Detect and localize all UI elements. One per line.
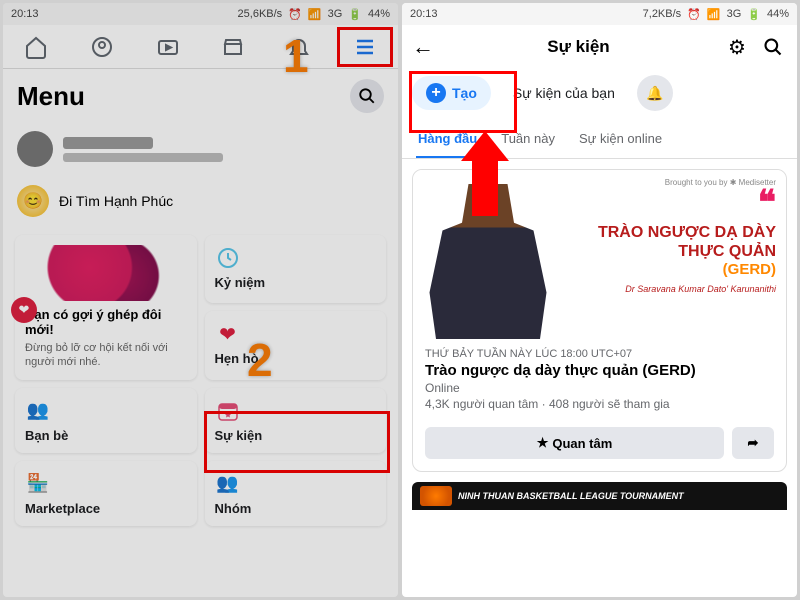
event-location: Online (425, 381, 774, 395)
events-header: ← Sự kiện ⚙ (402, 25, 797, 69)
back-icon[interactable]: ← (412, 34, 434, 60)
annotation-1: 1 (283, 29, 309, 83)
tab-online[interactable]: Sự kiện online (577, 125, 664, 158)
phone-left-menu: 20:13 25,6KB/s ⏰ 📶 3G 🔋 44% Menu 😊 Đi Tì… (3, 3, 398, 597)
event-body: THỨ BẢY TUẦN NÀY LÚC 18:00 UTC+07 Trào n… (413, 340, 786, 419)
event-time: THỨ BẢY TUẦN NÀY LÚC 18:00 UTC+07 (425, 348, 774, 360)
memories-label: Kỷ niệm (215, 275, 377, 290)
status-batt: 44% (767, 8, 789, 20)
groups-label: Nhóm (215, 501, 377, 516)
notifications-button[interactable]: 🔔 (637, 75, 673, 111)
search-button[interactable] (350, 79, 384, 113)
next-event-banner[interactable]: NINH THUAN BASKETBALL LEAGUE TOURNAMENT (412, 482, 787, 510)
profile-row[interactable] (3, 123, 398, 175)
menu-icon[interactable] (352, 34, 378, 60)
event-name: Trào ngược dạ dày thực quản (GERD) (425, 362, 774, 379)
top-nav (3, 25, 398, 69)
battery-icon: 🔋 (348, 8, 362, 21)
shop-icon: 🏪 (25, 471, 51, 497)
menu-header: Menu (3, 69, 398, 123)
star-icon: ★ (537, 435, 549, 451)
friends-icon: 👥 (25, 398, 51, 424)
banner-sub: (GERD) (559, 261, 776, 278)
menu-grid: ❤ Bạn có gợi ý ghép đôi mới! Đừng bỏ lỡ … (3, 227, 398, 534)
clock-icon (215, 245, 241, 271)
heart-badge-icon: ❤ (11, 297, 37, 323)
interested-label: Quan tâm (552, 436, 612, 451)
chip-row: + Tạo Sự kiện của bạn 🔔 (402, 69, 797, 117)
plus-icon: + (426, 83, 446, 103)
marketplace-card[interactable]: 🏪 Marketplace (15, 461, 197, 526)
marketplace-icon[interactable] (220, 34, 246, 60)
dating-promo-card[interactable]: ❤ Bạn có gợi ý ghép đôi mới! Đừng bỏ lỡ … (15, 235, 197, 380)
heart-icon: ❤ (215, 321, 241, 347)
suggestion-label: Đi Tìm Hạnh Phúc (59, 193, 173, 209)
marketplace-label: Marketplace (25, 501, 187, 516)
status-time: 20:13 (11, 8, 39, 20)
doctor-name: Dr Saravana Kumar Dato' Karunanithi (559, 284, 776, 294)
league-logo (420, 486, 452, 506)
settings-icon[interactable]: ⚙ (723, 33, 751, 61)
avatar (17, 131, 53, 167)
search-icon[interactable] (759, 33, 787, 61)
battery-icon: 🔋 (747, 8, 761, 21)
profile-meta (63, 153, 223, 162)
dating-label: Hẹn hò (215, 351, 377, 366)
dating-desc: Đừng bỏ lỡ cơ hội kết nối với người mới … (25, 341, 187, 370)
hearts-image (25, 245, 187, 301)
event-banner: Brought to you by ✱ Medisetter ❝ TRÀO NG… (413, 170, 786, 340)
alarm-icon: ⏰ (687, 8, 701, 21)
signal-icon: 📶 (308, 8, 322, 21)
phone-right-events: 20:13 7,2KB/s ⏰ 📶 3G 🔋 44% ← Sự kiện ⚙ +… (402, 3, 797, 597)
suggestion-row[interactable]: 😊 Đi Tìm Hạnh Phúc (3, 175, 398, 227)
groups-card[interactable]: 👥 Nhóm (205, 461, 387, 526)
event-actions: ★Quan tâm ➦ (413, 419, 786, 471)
status-net: 3G (328, 8, 343, 20)
friends-card[interactable]: 👥 Bạn bè (15, 388, 197, 453)
share-button[interactable]: ➦ (732, 427, 774, 459)
arrow-annotation (472, 131, 509, 216)
interested-button[interactable]: ★Quan tâm (425, 427, 724, 459)
suggestion-avatar: 😊 (17, 185, 49, 217)
dating-title: Bạn có gợi ý ghép đôi mới! (25, 307, 187, 337)
league-title: NINH THUAN BASKETBALL LEAGUE TOURNAMENT (458, 491, 684, 501)
status-speed: 7,2KB/s (643, 8, 682, 20)
event-card[interactable]: Brought to you by ✱ Medisetter ❝ TRÀO NG… (412, 169, 787, 472)
events-label: Sự kiện (215, 428, 377, 443)
status-batt: 44% (368, 8, 390, 20)
status-net: 3G (727, 8, 742, 20)
status-time: 20:13 (410, 8, 438, 20)
alarm-icon: ⏰ (288, 8, 302, 21)
watch-icon[interactable] (155, 34, 181, 60)
event-stats: 4,3K người quan tâm · 408 người sẽ tham … (425, 397, 774, 411)
your-events-button[interactable]: Sự kiện của bạn (499, 78, 629, 108)
signal-icon: 📶 (707, 8, 721, 21)
page-title: Sự kiện (442, 37, 715, 57)
quote-icon: ❝ (559, 183, 776, 223)
home-icon[interactable] (23, 34, 49, 60)
status-speed: 25,6KB/s (238, 8, 283, 20)
calendar-icon (215, 398, 241, 424)
groups-icon[interactable] (89, 34, 115, 60)
annotation-2: 2 (247, 333, 273, 387)
statusbar: 20:13 25,6KB/s ⏰ 📶 3G 🔋 44% (3, 3, 398, 25)
profile-name (63, 137, 153, 149)
dating-card[interactable]: ❤ Hẹn hò (205, 311, 387, 379)
friends-label: Bạn bè (25, 428, 187, 443)
memories-card[interactable]: Kỷ niệm (205, 235, 387, 303)
create-button[interactable]: + Tạo (412, 76, 491, 110)
create-label: Tạo (452, 85, 477, 101)
events-card[interactable]: Sự kiện (205, 388, 387, 453)
group-icon: 👥 (215, 471, 241, 497)
menu-title: Menu (17, 81, 85, 112)
statusbar: 20:13 7,2KB/s ⏰ 📶 3G 🔋 44% (402, 3, 797, 25)
banner-title: TRÀO NGƯỢC DẠ DÀY THỰC QUẢN (559, 223, 776, 261)
